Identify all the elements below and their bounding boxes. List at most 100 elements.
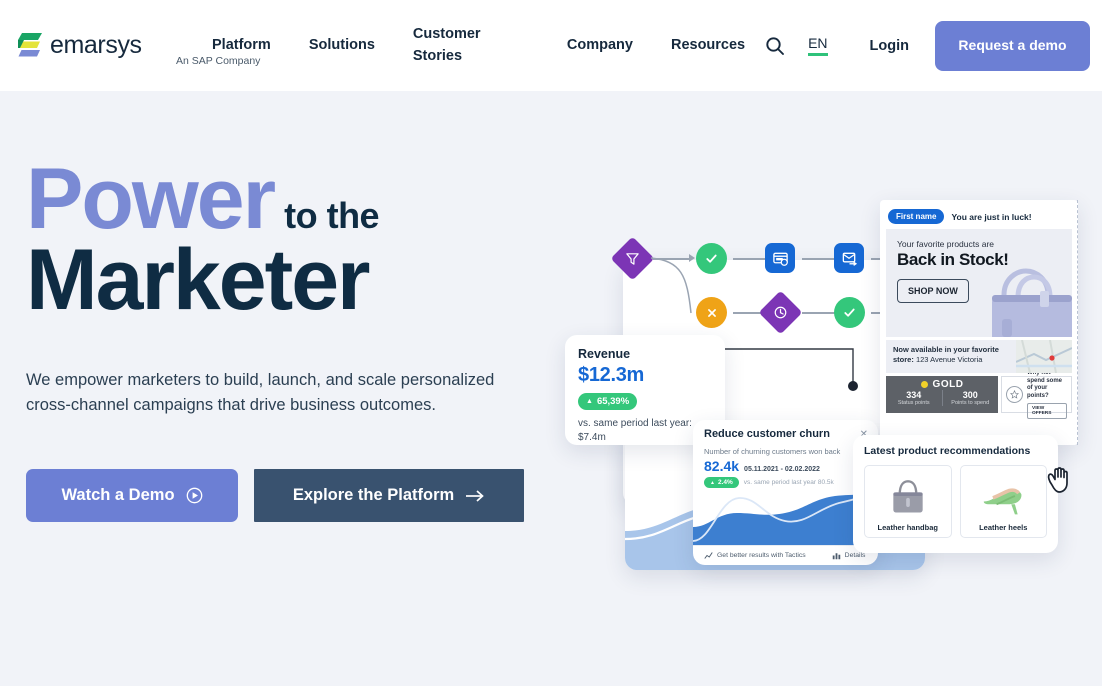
headline-accent: Power [26,151,276,247]
brand-name: emarsys [50,31,142,59]
site-header: emarsys Platform Solutions Customer Stor… [0,0,1102,91]
churn-tactics-label[interactable]: Get better results with Tactics [717,552,806,559]
email-greeting: You are just in luck! [951,211,1032,222]
status-points-value: 334 [906,390,922,400]
search-icon[interactable] [764,35,786,57]
recommendations-title: Latest product recommendations [864,445,1031,457]
email-greeting-row: First name You are just in luck! [886,206,1072,229]
workflow-node-wait[interactable] [758,290,803,335]
view-offers-button[interactable]: VIEW OFFERS [1027,403,1067,419]
hero-illustration: Revenue $12.3m ▲ 65,39% vs. same period … [565,185,1095,585]
caret-up-icon: ▲ [586,398,593,405]
primary-nav: Platform Solutions Customer Stories Comp… [212,24,745,66]
hero-copy: Power to the Marketer We empower markete… [26,151,546,523]
workflow-node-ad[interactable] [765,243,795,273]
page-title: Power to the Marketer [26,151,546,329]
shop-now-button[interactable]: SHOP NOW [897,279,969,303]
revenue-delta-value: 65,39% [596,396,630,407]
recommendations-row: Leather handbag Leather heels [864,465,1047,538]
close-icon [707,308,716,317]
workflow-node-email[interactable] [834,243,864,273]
loyalty-offer-text-wrap: Why not spend some of your points? VIEW … [1027,370,1067,419]
recommendation-label: Leather handbag [877,523,938,532]
email-store-text: Now available in your favorite store: 12… [886,340,1016,373]
headline-bold: Marketer [26,232,371,329]
language-label: EN [808,35,828,51]
handbag-illustration-icon [992,268,1072,337]
nav-item-solutions[interactable]: Solutions [309,35,375,56]
explore-platform-button[interactable]: Explore the Platform [254,469,524,523]
workflow-node-success-2[interactable] [834,297,865,328]
spend-points-value: 300 [962,390,978,400]
request-demo-button[interactable]: Request a demo [935,20,1090,71]
clock-icon [774,306,787,319]
funnel-icon [626,253,639,265]
revenue-value: $12.3m [578,364,645,386]
churn-footer: Get better results with Tactics Details [693,545,878,565]
email-hero-sub: Your favorite products are [897,239,995,249]
workflow-node-fail[interactable] [696,297,727,328]
language-underline [808,53,828,56]
recommendation-item-handbag[interactable]: Leather handbag [864,465,952,538]
gold-dot-icon [920,381,928,388]
nav-item-company[interactable]: Company [567,35,633,56]
hand-cursor-icon [1043,463,1077,497]
ad-window-icon [772,252,788,266]
workflow-connector [802,258,838,260]
nav-item-resources[interactable]: Resources [671,35,745,56]
headline-mid: to the [284,195,380,236]
workflow-node-filter[interactable] [610,236,655,281]
brand-logo[interactable]: emarsys [18,29,178,63]
watch-demo-button[interactable]: Watch a Demo [26,469,238,523]
bar-chart-icon [832,553,840,560]
recommendation-item-heels[interactable]: Leather heels [959,465,1047,538]
arrow-right-icon [465,489,485,503]
churn-date-range: 05.11.2021 - 02.02.2022 [744,466,820,473]
loyalty-status-points: 334 Status points [886,390,942,406]
login-link[interactable]: Login [870,38,909,54]
loyalty-panel: GOLD 334 Status points 300 Points to spe… [886,370,1072,419]
workflow-connector [802,312,838,314]
email-store-address: 123 Avenue Victoria [915,354,983,364]
personalization-tag[interactable]: First name [888,209,945,224]
churn-area-chart [693,490,878,545]
header-actions: EN Login Request a demo [764,20,1090,71]
hero-description: We empower marketers to build, launch, a… [26,371,495,414]
email-preview-card: First name You are just in luck! Your fa… [880,200,1078,445]
churn-kpi: 82.4k 05.11.2021 - 02.02.2022 [693,456,878,474]
spend-points-label: Points to spend [951,400,990,406]
loyalty-points-row: 334 Status points 300 Points to spend [886,390,998,406]
loyalty-tier-block: GOLD 334 Status points 300 Points to spe… [886,376,998,413]
loyalty-tier-label: GOLD [932,379,964,390]
language-selector[interactable]: EN [808,35,828,56]
loyalty-offer-block: Why not spend some of your points? VIEW … [1001,370,1072,419]
churn-subtitle: Number of churning customers won back [704,447,841,456]
nav-item-customer-stories[interactable]: Customer Stories [413,24,485,66]
trend-up-icon [704,552,713,559]
churn-card: Reduce customer churn ✕ Number of churni… [693,420,878,565]
watch-demo-label: Watch a Demo [61,486,175,505]
revenue-comparison: vs. same period last year: $7.4m [578,418,692,443]
brand-tagline: An SAP Company [176,55,261,67]
recommendations-card: Latest product recommendations Leather h… [853,435,1058,553]
nav-item-platform[interactable]: Platform [212,35,271,56]
emarsys-chevron-logo-icon [18,29,44,63]
email-send-icon [842,252,857,266]
loyalty-tier: GOLD [886,376,998,390]
email-hero-banner: Your favorite products are Back in Stock… [886,229,1072,337]
churn-details-label[interactable]: Details [845,552,866,559]
email-preview-edge [1077,200,1078,445]
revenue-delta-badge: ▲ 65,39% [578,393,638,410]
explore-platform-label: Explore the Platform [292,486,455,505]
map-thumbnail-icon [1016,340,1072,373]
check-icon [844,308,855,317]
star-badge-icon [1006,386,1023,403]
status-points-label: Status points [897,400,930,406]
churn-value: 82.4k [704,458,740,474]
recommendation-label: Leather heels [979,523,1028,532]
hero-cta-row: Watch a Demo Explore the Platform [26,469,546,523]
churn-title: Reduce customer churn [704,428,830,440]
revenue-title: Revenue [578,347,631,361]
play-circle-icon [186,487,203,504]
handbag-thumb-icon [869,472,947,520]
